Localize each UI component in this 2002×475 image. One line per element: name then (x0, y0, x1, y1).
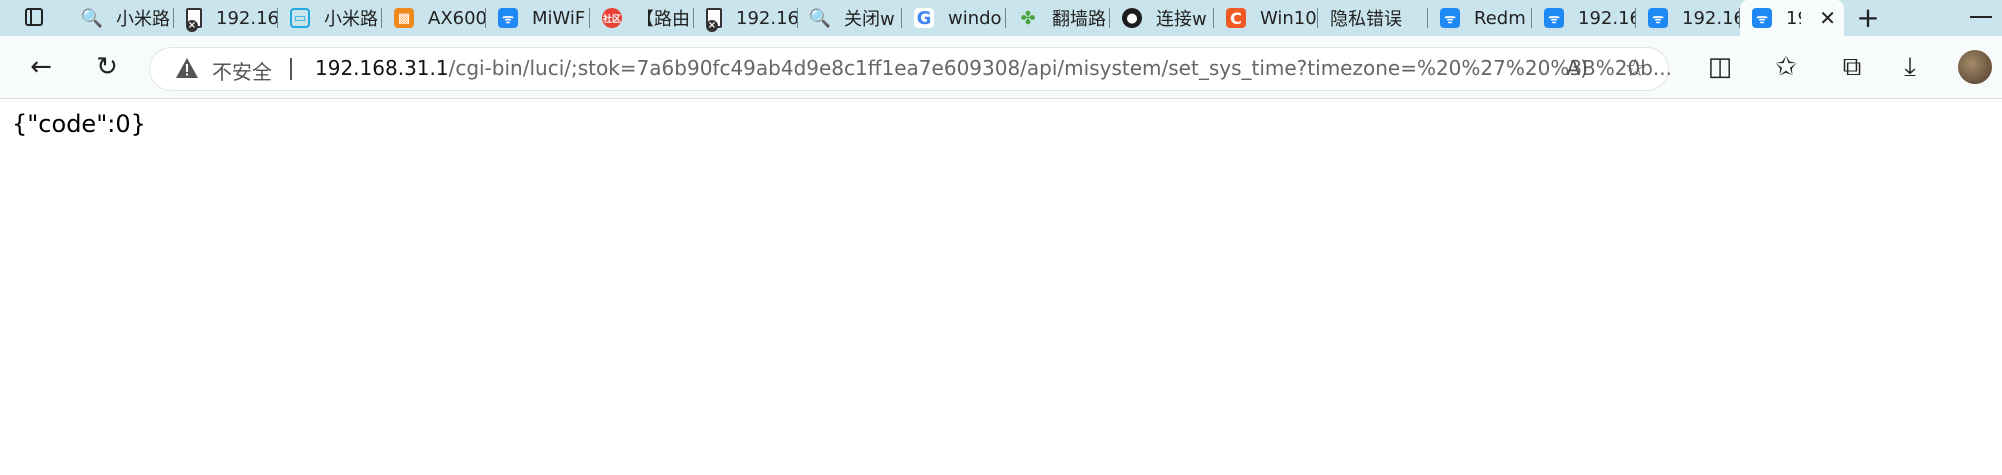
wifi-icon: ᯤ (1544, 8, 1564, 28)
back-arrow-icon: ← (30, 52, 52, 82)
back-button[interactable]: ← (24, 50, 58, 84)
community-logo-icon: 社区 (602, 8, 622, 28)
browser-tab[interactable]: ᯤ 19 ✕ (1740, 0, 1844, 36)
read-aloud-icon[interactable]: A) (1567, 56, 1588, 80)
tab-title: 连接w (1156, 9, 1207, 30)
browser-tab[interactable]: ᯤ MiWiF (486, 0, 590, 36)
browser-tab[interactable]: ᯤ 192.16 (1532, 0, 1636, 36)
browser-tab[interactable]: 🔍 小米路 (70, 0, 174, 36)
browser-tab[interactable]: 🔍 关闭w (798, 0, 902, 36)
profile-avatar[interactable] (1958, 50, 1992, 84)
favorites-icon: ✩ (1775, 52, 1797, 82)
tab-title: 192.16 (1578, 7, 1636, 29)
browser-tab[interactable]: ● 连接w (1110, 0, 1214, 36)
tab-title: 关闭w (844, 9, 895, 30)
close-tab-icon[interactable]: ✕ (1819, 6, 1836, 30)
tab-title: Win10 (1260, 7, 1317, 29)
google-icon: G (914, 8, 934, 29)
tab-actions-menu[interactable] (20, 6, 50, 30)
warning-icon (176, 58, 198, 78)
tab-title: 192.16 (1682, 7, 1740, 29)
page-body-text: {"code":0} (12, 110, 146, 138)
refresh-button[interactable]: ↻ (90, 50, 124, 84)
tab-title: 小米路 (324, 9, 378, 30)
tab-strip: 🔍小米路192.16▭小米路▩AX600ᯤMiWiF社区【路由192.16🔍关闭… (0, 0, 2002, 36)
refresh-icon: ↻ (96, 52, 118, 82)
browser-tab[interactable]: ▭ 小米路 (278, 0, 382, 36)
c-logo-icon: C (1226, 8, 1246, 28)
downloads-icon: ⤓ (1904, 51, 1916, 82)
collections-button[interactable]: ⧉ (1835, 50, 1869, 84)
favorites-button[interactable]: ✩ (1769, 50, 1803, 84)
address-bar[interactable]: 不安全 192.168.31.1/cgi-bin/luci/;stok=7a6b… (150, 48, 1672, 90)
tab-title: 192.16 (736, 7, 798, 29)
tab-title: 翻墙路 (1052, 9, 1106, 30)
browser-tab[interactable]: ᯤ 192.16 (1636, 0, 1740, 36)
tab-title: MiWiF (532, 7, 586, 29)
url-host: 192.168.31.1 (315, 56, 449, 80)
tab-title: Redm (1474, 7, 1526, 29)
tab-title: 192.16 (216, 7, 278, 29)
add-favorite-icon[interactable]: ☆ (1624, 54, 1646, 82)
tab-title: 隐私错误 (1330, 9, 1402, 30)
tab-title: 19 (1786, 7, 1801, 29)
page-error-icon (706, 8, 722, 32)
search-icon: 🔍 (80, 7, 104, 29)
orange-logo-icon: ▩ (394, 8, 414, 28)
search-icon: 🔍 (808, 7, 832, 29)
downloads-button[interactable]: ⤓ (1893, 50, 1927, 84)
wifi-icon: ᯤ (498, 8, 518, 28)
bilibili-tv-icon: ▭ (290, 8, 310, 28)
tab-actions-icon (25, 8, 43, 26)
collections-icon: ⧉ (1842, 51, 1862, 82)
wifi-icon: ᯤ (1440, 8, 1460, 28)
tab-title: AX600 (428, 7, 486, 29)
browser-tab[interactable]: 192.16 (174, 0, 278, 36)
github-icon: ● (1122, 8, 1142, 28)
tab-title: 小米路 (116, 9, 170, 30)
split-screen-icon: ◫ (1707, 52, 1733, 82)
browser-tab[interactable]: ▩ AX600 (382, 0, 486, 36)
clover-icon: ✤ (1020, 7, 1036, 29)
tab-title: windo (948, 7, 1002, 29)
url-path: /cgi-bin/luci/;stok=7a6b90fc49ab4d9e8c1f… (448, 56, 1672, 80)
browser-tab[interactable]: ᯤ Redm (1428, 0, 1532, 36)
wifi-icon: ᯤ (1648, 8, 1668, 28)
browser-tab[interactable]: 隐私错误 (1318, 0, 1428, 36)
security-status-label[interactable]: 不安全 (212, 56, 272, 85)
split-screen-button[interactable]: ◫ (1703, 50, 1737, 84)
tab-title: 【路由 (636, 9, 690, 30)
browser-tab[interactable]: Gwindo (902, 0, 1006, 36)
browser-tab[interactable]: C Win10 (1214, 0, 1318, 36)
browser-tab[interactable]: 192.16 (694, 0, 798, 36)
browser-toolbar: ← ↻ 不安全 192.168.31.1/cgi-bin/luci/;stok=… (0, 36, 2002, 99)
url-text[interactable]: 192.168.31.1/cgi-bin/luci/;stok=7a6b90fc… (315, 56, 1695, 80)
browser-tab[interactable]: 社区 【路由 (590, 0, 694, 36)
page-error-icon (186, 8, 202, 32)
browser-tab[interactable]: ✤ 翻墙路 (1006, 0, 1110, 36)
tab-list: 🔍小米路192.16▭小米路▩AX600ᯤMiWiF社区【路由192.16🔍关闭… (70, 0, 1844, 36)
divider (290, 58, 292, 80)
new-tab-button[interactable]: + (1852, 4, 1884, 32)
wifi-icon: ᯤ (1752, 8, 1772, 28)
minimize-button[interactable] (1970, 16, 1992, 18)
